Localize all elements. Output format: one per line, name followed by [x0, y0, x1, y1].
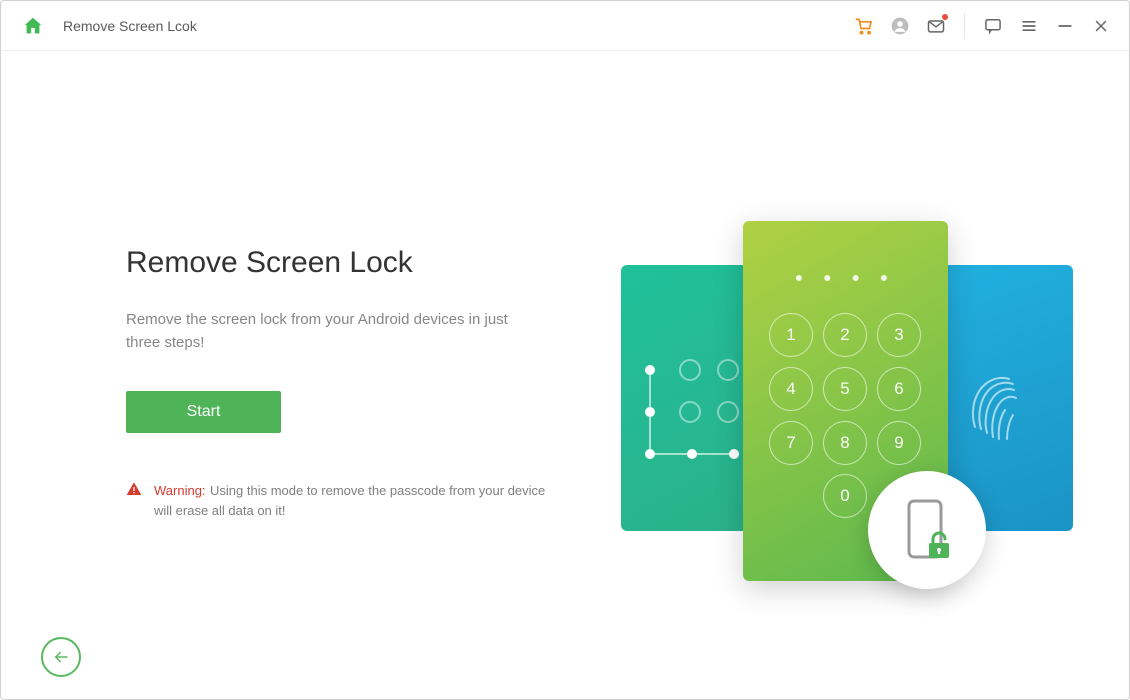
warning-row: Warning: Using this mode to remove the p… — [126, 481, 546, 521]
keypad-key: 8 — [823, 421, 867, 465]
app-window: Remove Screen Lcok — [0, 0, 1130, 700]
mail-icon[interactable] — [922, 12, 950, 40]
keypad-key: 0 — [823, 474, 867, 518]
start-button[interactable]: Start — [126, 391, 281, 433]
main-area: Remove Screen Lock Remove the screen loc… — [1, 51, 1129, 699]
keypad-key: 6 — [877, 367, 921, 411]
phone-unlock-icon — [895, 495, 959, 565]
fingerprint-icon — [965, 355, 1037, 450]
keypad-key: 5 — [823, 367, 867, 411]
content-panel: Remove Screen Lock Remove the screen loc… — [126, 246, 546, 521]
user-icon[interactable] — [886, 12, 914, 40]
warning-label: Warning: — [154, 483, 206, 498]
keypad-zero-row: 0 — [823, 474, 867, 518]
menu-icon[interactable] — [1015, 12, 1043, 40]
phone-unlock-badge — [868, 471, 986, 589]
keypad-key: 9 — [877, 421, 921, 465]
illustration: ● ● ● ● 1 2 3 4 5 6 7 8 9 0 — [613, 221, 1073, 581]
titlebar-separator — [964, 13, 965, 39]
pin-dots-icon: ● ● ● ● — [743, 269, 948, 285]
cart-icon[interactable] — [850, 12, 878, 40]
arrow-left-icon — [52, 648, 70, 666]
keypad-key: 7 — [769, 421, 813, 465]
warning-body: Warning: Using this mode to remove the p… — [154, 481, 546, 521]
back-button[interactable] — [41, 637, 81, 677]
titlebar-left: Remove Screen Lcok — [19, 12, 197, 40]
feedback-icon[interactable] — [979, 12, 1007, 40]
titlebar: Remove Screen Lcok — [1, 1, 1129, 51]
close-icon[interactable] — [1087, 12, 1115, 40]
main-subheading: Remove the screen lock from your Android… — [126, 308, 536, 355]
keypad-key: 3 — [877, 313, 921, 357]
keypad-graphic: 1 2 3 4 5 6 7 8 9 — [769, 313, 921, 465]
titlebar-right — [850, 12, 1115, 40]
warning-text: Using this mode to remove the passcode f… — [154, 483, 545, 518]
page-title: Remove Screen Lcok — [63, 18, 197, 34]
keypad-key: 1 — [769, 313, 813, 357]
home-icon[interactable] — [19, 12, 47, 40]
main-heading: Remove Screen Lock — [126, 246, 546, 280]
minimize-icon[interactable] — [1051, 12, 1079, 40]
keypad-key: 2 — [823, 313, 867, 357]
keypad-key: 4 — [769, 367, 813, 411]
warning-icon — [126, 481, 142, 502]
